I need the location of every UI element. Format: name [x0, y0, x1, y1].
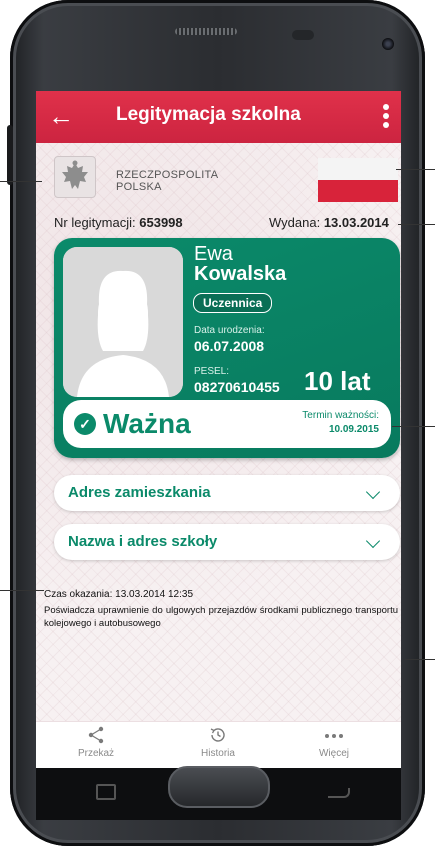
address-section-label: Adres zamieszkania	[68, 484, 211, 501]
age: 10 lat	[304, 366, 371, 396]
dob-label: Data urodzenia:	[194, 325, 265, 336]
more-dots-icon	[294, 726, 374, 748]
nav-history-label: Historia	[201, 748, 235, 759]
validity-box: ✓ Ważna Termin ważności: 10.09.2015	[63, 400, 391, 448]
chevron-down-icon	[365, 533, 381, 549]
volume-button	[7, 125, 13, 185]
checkmark-icon: ✓	[74, 413, 96, 435]
back-arrow-icon[interactable]: ←	[48, 102, 74, 130]
status-badge: Ważna	[103, 408, 191, 439]
home-button[interactable]	[168, 766, 270, 808]
chevron-down-icon	[365, 484, 381, 500]
entitlement-description: Poświadcza uprawnienie do ulgowych przej…	[44, 605, 398, 629]
callout-line	[392, 426, 435, 427]
avatar	[63, 247, 183, 397]
history-icon	[178, 726, 258, 748]
eagle-emblem-icon	[54, 156, 96, 198]
dob-value: 06.07.2008	[194, 338, 265, 354]
validity-date: 10.09.2015	[328, 424, 379, 435]
share-icon	[56, 726, 136, 748]
id-number: Nr legitymacji: 653998	[54, 215, 183, 230]
country-name: RZECZPOSPOLITA POLSKA	[116, 169, 219, 193]
bottom-navigation: Przekaż Historia Więcej	[36, 721, 401, 768]
front-camera	[382, 38, 394, 50]
nav-more-label: Więcej	[318, 748, 349, 759]
proximity-sensor	[292, 30, 314, 40]
callout-line	[398, 224, 435, 225]
system-back-icon[interactable]	[328, 788, 350, 798]
callout-line	[0, 181, 42, 182]
validity-label: Termin ważności:	[302, 410, 379, 421]
overflow-menu-icon[interactable]	[379, 102, 393, 132]
student-id-card: Ewa Kowalska Uczennica Data urodzenia: 0…	[54, 238, 400, 458]
school-section[interactable]: Nazwa i adres szkoły	[54, 524, 400, 560]
recent-apps-icon[interactable]	[96, 784, 116, 800]
page-title: Legitymacja szkolna	[116, 104, 301, 125]
callout-line	[396, 169, 435, 170]
issue-date: Wydana: 13.03.2014	[269, 215, 389, 230]
role-badge: Uczennica	[193, 293, 273, 313]
screen: ← Legitymacja szkolna RZECZPOSPOLITA POL…	[36, 91, 401, 768]
school-section-label: Nazwa i adres szkoły	[68, 533, 218, 550]
callout-line	[405, 659, 435, 660]
earpiece	[175, 28, 237, 35]
address-section[interactable]: Adres zamieszkania	[54, 475, 400, 511]
nav-more[interactable]: Więcej	[294, 726, 374, 759]
first-name: Ewa	[194, 243, 233, 265]
nav-history[interactable]: Historia	[178, 726, 258, 759]
poland-flag-icon	[318, 158, 398, 202]
nav-share[interactable]: Przekaż	[56, 726, 136, 759]
pesel-value: 08270610455	[194, 379, 280, 395]
callout-line	[0, 590, 44, 591]
pesel-label: PESEL:	[194, 366, 230, 377]
last-name: Kowalska	[194, 263, 287, 285]
shown-time: Czas okazania: 13.03.2014 12:35	[44, 589, 193, 600]
nav-share-label: Przekaż	[77, 748, 115, 759]
app-bar: ← Legitymacja szkolna	[36, 91, 401, 143]
